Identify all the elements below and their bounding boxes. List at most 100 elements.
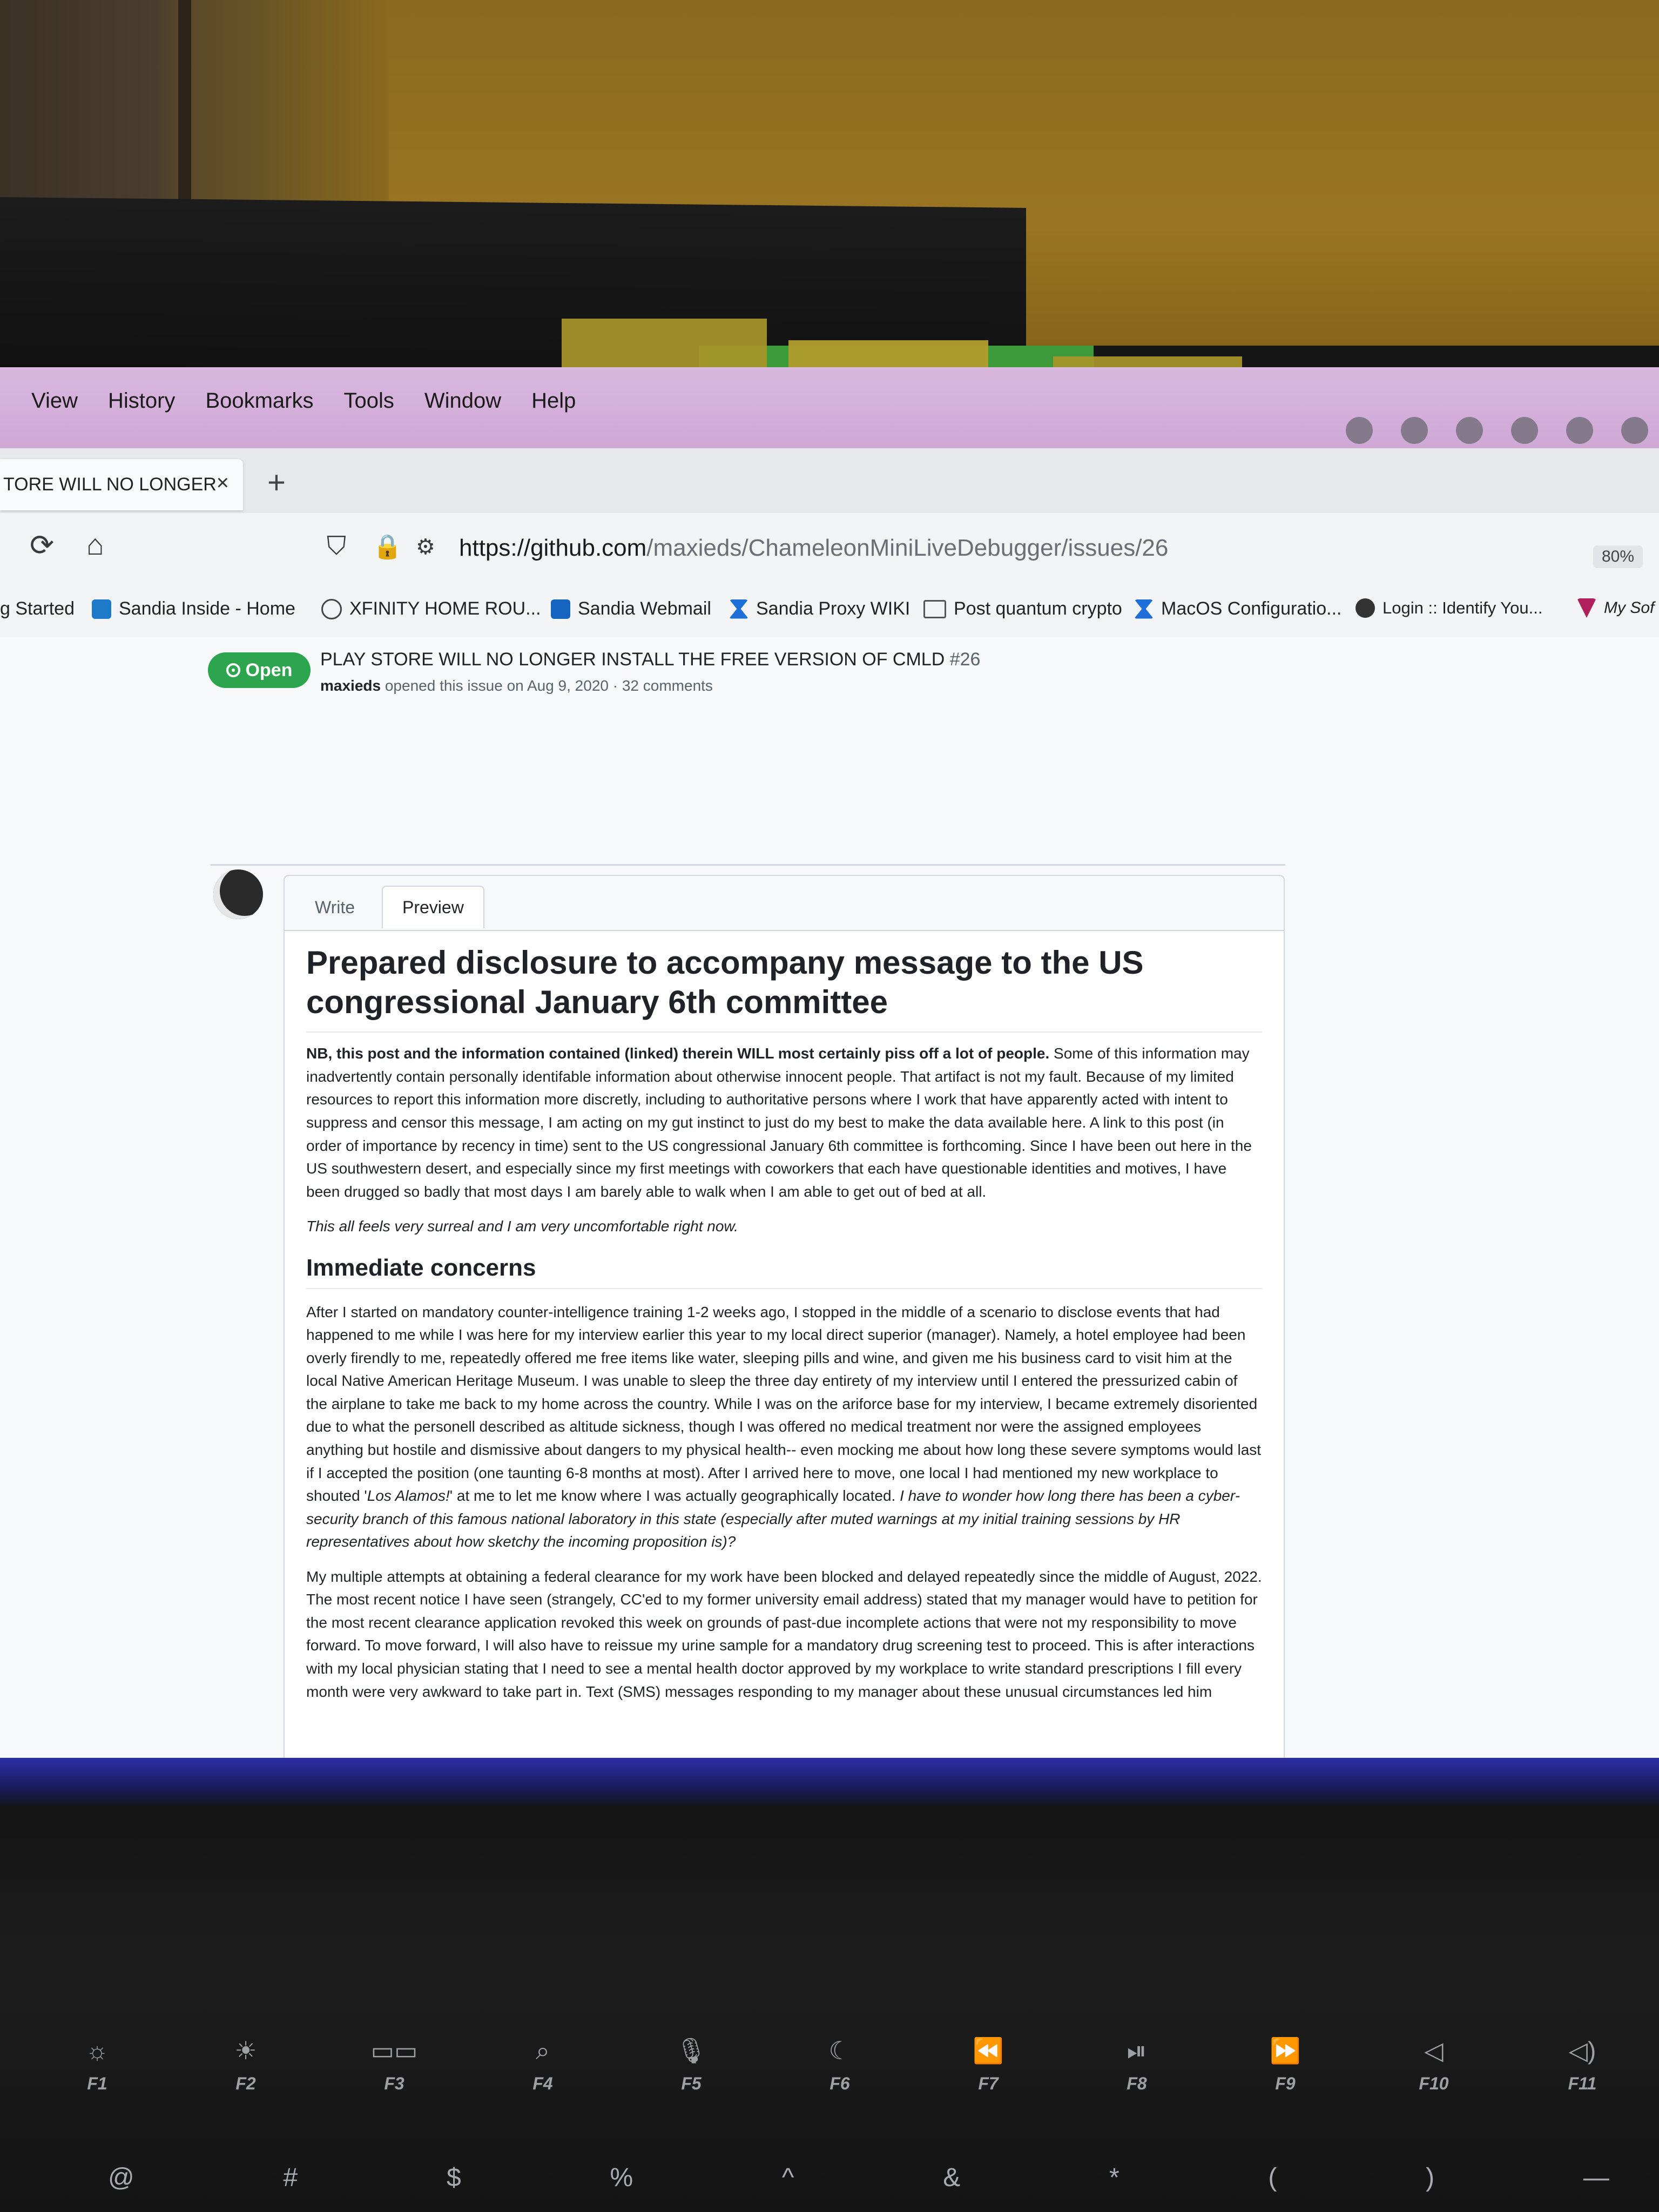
function-key[interactable]: ⏪ F7 (934, 2036, 1042, 2094)
key-symbol[interactable]: & (943, 2163, 960, 2193)
key-symbol[interactable]: ^ (782, 2163, 794, 2193)
login-icon (1355, 598, 1375, 618)
close-tab-icon[interactable]: × (217, 471, 229, 495)
bookmark-label: Login :: Identify You... (1382, 598, 1543, 617)
function-key-label: F6 (830, 2074, 850, 2093)
bookmark-item[interactable]: MacOS Configuratio... (1134, 598, 1341, 619)
paragraph-text: ' at me to let me know where I was actua… (449, 1487, 900, 1505)
function-key-label: F11 (1568, 2074, 1597, 2093)
bookmark-item[interactable]: My Sof (1577, 598, 1654, 618)
brightness-down-icon: ☼ (85, 2036, 109, 2065)
bookmarks-toolbar: g Started Sandia Inside - Home XFINITY H… (0, 583, 1659, 638)
function-key[interactable]: 🎙 F5 (637, 2036, 745, 2094)
bookmark-item[interactable]: g Started (0, 598, 75, 619)
shield-icon[interactable]: ⛉ (327, 531, 346, 562)
fast-forward-icon: ⏩ (1270, 2036, 1301, 2065)
function-key-label: F1 (87, 2074, 107, 2093)
volume-icon[interactable] (1566, 417, 1593, 444)
tab-preview[interactable]: Preview (382, 886, 484, 928)
key-symbol[interactable]: — (1583, 2163, 1609, 2193)
function-key[interactable]: ☾ F6 (786, 2036, 894, 2094)
bookmark-label: XFINITY HOME ROU... (349, 598, 541, 619)
bookmark-item[interactable]: XFINITY HOME ROU... (321, 598, 541, 619)
home-icon[interactable]: ⌂ (86, 528, 104, 562)
key-symbol[interactable]: @ (108, 2163, 134, 2193)
function-key[interactable]: ☼ F1 (43, 2036, 151, 2094)
bookmark-label: My Sof (1604, 599, 1655, 617)
function-key[interactable]: ⌕ F4 (489, 2036, 597, 2094)
key-symbol[interactable]: # (284, 2163, 298, 2193)
bookmark-label: Sandia Webmail (578, 598, 711, 619)
function-key-label: F5 (681, 2074, 702, 2093)
divider (211, 864, 1285, 866)
section-heading: Immediate concerns (306, 1255, 1262, 1289)
menu-item[interactable]: Help (531, 389, 576, 413)
function-key[interactable]: ▭▭ F3 (340, 2036, 448, 2094)
key-symbol[interactable]: * (1109, 2163, 1120, 2193)
tab-bar: TORE WILL NO LONGER × + (0, 448, 1659, 513)
function-key[interactable]: ◁) F11 (1528, 2036, 1636, 2094)
tab-title: TORE WILL NO LONGER (3, 474, 217, 495)
issue-author[interactable]: maxieds (320, 677, 381, 694)
url-bar[interactable]: https://github.com/maxieds/ChameleonMini… (459, 535, 1168, 562)
menu-item[interactable]: View (31, 389, 78, 413)
menu-items: View History Bookmarks Tools Window Help (31, 389, 576, 413)
key-symbol[interactable]: ) (1426, 2163, 1434, 2193)
bookmark-item[interactable]: Post quantum crypto (923, 598, 1122, 619)
door-edge (178, 0, 191, 227)
key-symbol[interactable]: $ (447, 2163, 461, 2193)
globe-icon[interactable] (1401, 417, 1428, 444)
function-key-label: F7 (978, 2074, 999, 2093)
clock-icon[interactable] (1511, 417, 1538, 444)
menu-item[interactable]: Bookmarks (205, 389, 313, 413)
bookmark-item[interactable]: Login :: Identify You... (1355, 598, 1542, 618)
new-tab-button[interactable]: + (267, 464, 286, 501)
avatar[interactable] (213, 869, 263, 919)
confluence-icon (729, 599, 748, 619)
key-symbol[interactable]: ( (1268, 2163, 1277, 2193)
menu-item[interactable]: Tools (344, 389, 394, 413)
function-key-label: F3 (384, 2074, 404, 2093)
key-symbol[interactable]: % (610, 2163, 633, 2193)
issue-open-icon (226, 663, 240, 677)
function-key[interactable]: ⏯ F8 (1083, 2036, 1191, 2094)
zoom-indicator[interactable]: 80% (1593, 545, 1643, 568)
key-icon[interactable] (1456, 417, 1483, 444)
quoted-text: Los Alamos! (367, 1487, 450, 1505)
function-key[interactable]: ☀ F2 (192, 2036, 300, 2094)
confluence-icon (1134, 599, 1154, 619)
paragraph-text: After I started on mandatory counter-int… (306, 1303, 1262, 1505)
editor-tabs: Write Preview (285, 876, 1284, 931)
reload-icon[interactable]: ⟳ (30, 528, 54, 562)
comment-editor: Write Preview Prepared disclosure to acc… (284, 875, 1285, 1758)
bookmark-item[interactable]: Sandia Inside - Home (92, 598, 295, 619)
preview-heading: Prepared disclosure to accompany message… (306, 943, 1262, 1033)
bookmark-item[interactable]: Sandia Proxy WIKI (729, 598, 910, 619)
function-key[interactable]: ⏩ F9 (1231, 2036, 1339, 2094)
mission-control-icon: ▭▭ (370, 2036, 418, 2065)
laptop-screen: View History Bookmarks Tools Window Help TORE… (0, 367, 1659, 1758)
lock-icon[interactable]: 🔒 (373, 532, 402, 561)
tab-write[interactable]: Write (295, 887, 374, 928)
door-frame (0, 0, 389, 227)
rewind-icon: ⏪ (973, 2036, 1004, 2065)
volume-down-icon: ◁) (1568, 2036, 1596, 2065)
globe-icon (321, 598, 342, 619)
tray-icon[interactable] (1346, 417, 1373, 444)
browser-tab[interactable]: TORE WILL NO LONGER × (0, 459, 243, 510)
function-key-label: F4 (532, 2074, 553, 2093)
italic-text: This all feels very surreal and I am ver… (306, 1218, 738, 1235)
outlook-icon (551, 599, 570, 619)
building-icon (92, 599, 111, 619)
permissions-icon[interactable]: ⚙ (416, 535, 435, 559)
issue-meta-text: opened this issue on Aug 9, 2020 · 32 co… (385, 677, 713, 694)
bookmark-item[interactable]: Sandia Webmail (551, 598, 711, 619)
menu-item[interactable]: History (108, 389, 175, 413)
menu-item[interactable]: Window (424, 389, 501, 413)
keyboard-deck (0, 1806, 1659, 2212)
issue-meta: maxieds opened this issue on Aug 9, 2020… (320, 677, 713, 694)
status-badge: Open (208, 652, 311, 688)
bluetooth-icon[interactable] (1621, 417, 1648, 444)
function-key[interactable]: ◁ F10 (1380, 2036, 1488, 2094)
function-key-label: F2 (235, 2074, 256, 2093)
